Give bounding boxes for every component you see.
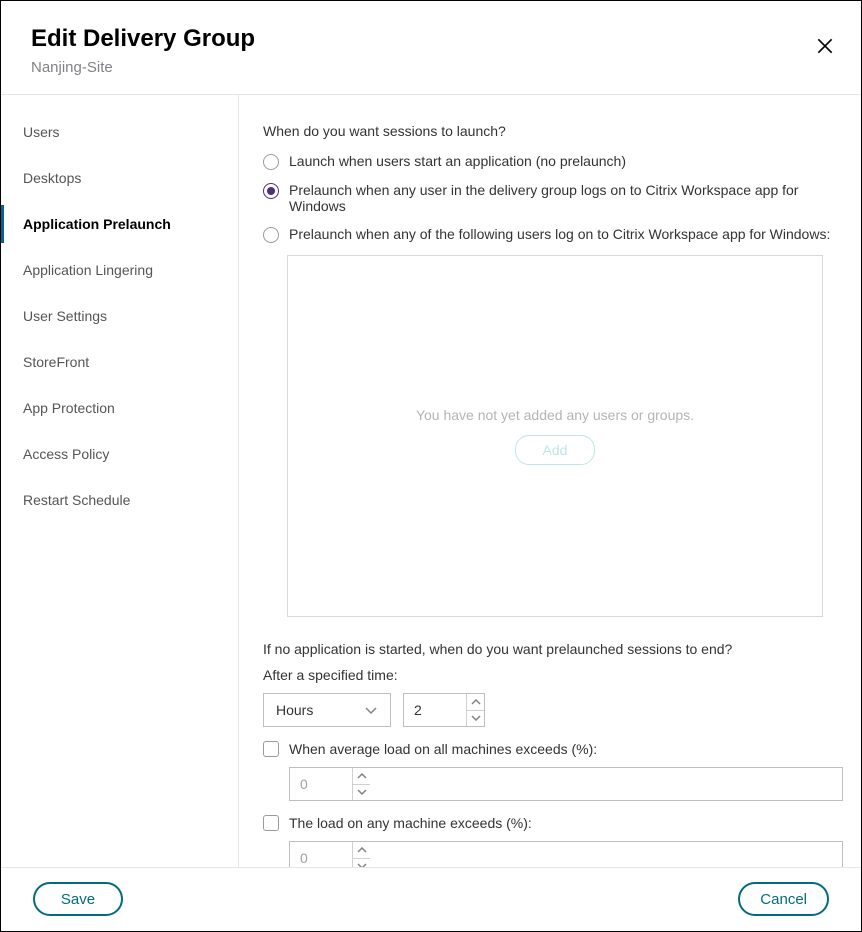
chevron-down-icon	[364, 703, 378, 717]
radio-any-user[interactable]: Prelaunch when any user in the delivery …	[263, 182, 843, 214]
sidebar-item-app-lingering[interactable]: Application Lingering	[1, 251, 238, 289]
sidebar-item-label: Restart Schedule	[23, 492, 130, 508]
dialog-title: Edit Delivery Group	[31, 25, 831, 53]
spinner-down-button[interactable]	[467, 711, 484, 727]
sidebar-item-restart-schedule[interactable]: Restart Schedule	[1, 481, 238, 519]
sidebar-item-app-protection[interactable]: App Protection	[1, 389, 238, 427]
radio-label: Prelaunch when any user in the delivery …	[289, 182, 843, 214]
avg-load-checkbox-row[interactable]: When average load on all machines exceed…	[263, 741, 843, 757]
sidebar-item-desktops[interactable]: Desktops	[1, 159, 238, 197]
any-load-checkbox[interactable]	[263, 815, 279, 831]
sidebar-item-storefront[interactable]: StoreFront	[1, 343, 238, 381]
sidebar-item-label: App Protection	[23, 400, 115, 416]
avg-load-input[interactable]	[290, 768, 352, 800]
any-load-checkbox-row[interactable]: The load on any machine exceeds (%):	[263, 815, 843, 831]
sidebar: Users Desktops Application Prelaunch App…	[1, 95, 239, 867]
cancel-button[interactable]: Cancel	[738, 882, 829, 916]
sidebar-item-label: Users	[23, 124, 60, 140]
spinner-up-button[interactable]	[353, 842, 370, 859]
spinner-down-button[interactable]	[353, 859, 370, 867]
any-load-label: The load on any machine exceeds (%):	[289, 815, 532, 831]
avg-load-label: When average load on all machines exceed…	[289, 741, 597, 757]
launch-question: When do you want sessions to launch?	[263, 123, 843, 139]
end-question: If no application is started, when do yo…	[263, 641, 843, 657]
after-time-label: After a specified time:	[263, 667, 843, 683]
radio-icon	[263, 227, 279, 243]
radio-icon	[263, 154, 279, 170]
dialog-subtitle: Nanjing-Site	[31, 59, 831, 76]
radio-icon	[263, 183, 279, 199]
users-empty-text: You have not yet added any users or grou…	[416, 407, 694, 423]
sidebar-item-users[interactable]: Users	[1, 113, 238, 151]
time-value-input[interactable]	[404, 694, 466, 726]
any-load-input[interactable]	[290, 842, 352, 867]
spinner-up-button[interactable]	[353, 768, 370, 785]
radio-label: Prelaunch when any of the following user…	[289, 226, 830, 242]
radio-following-users[interactable]: Prelaunch when any of the following user…	[263, 226, 843, 243]
radio-label: Launch when users start an application (…	[289, 153, 626, 169]
radio-no-prelaunch[interactable]: Launch when users start an application (…	[263, 153, 843, 170]
time-unit-select[interactable]: Hours	[263, 693, 391, 727]
spinner-down-button[interactable]	[353, 785, 370, 801]
sidebar-item-label: Application Lingering	[23, 262, 153, 278]
close-icon	[815, 36, 835, 56]
main-panel: When do you want sessions to launch? Lau…	[239, 95, 861, 867]
add-user-button[interactable]: Add	[515, 435, 595, 465]
time-value-spinner[interactable]	[403, 693, 485, 727]
avg-load-checkbox[interactable]	[263, 741, 279, 757]
sidebar-item-label: StoreFront	[23, 354, 89, 370]
save-button[interactable]: Save	[33, 882, 123, 916]
time-unit-value: Hours	[276, 702, 364, 718]
dialog-header: Edit Delivery Group Nanjing-Site	[1, 1, 861, 94]
any-load-spinner[interactable]	[289, 841, 843, 867]
dialog-footer: Save Cancel	[1, 867, 861, 932]
avg-load-spinner[interactable]	[289, 767, 843, 801]
sidebar-item-user-settings[interactable]: User Settings	[1, 297, 238, 335]
sidebar-item-label: Desktops	[23, 170, 81, 186]
spinner-up-button[interactable]	[467, 694, 484, 711]
close-button[interactable]	[813, 35, 837, 59]
users-list-box: You have not yet added any users or grou…	[287, 255, 823, 617]
sidebar-item-label: User Settings	[23, 308, 107, 324]
sidebar-item-access-policy[interactable]: Access Policy	[1, 435, 238, 473]
sidebar-item-app-prelaunch[interactable]: Application Prelaunch	[1, 205, 238, 243]
sidebar-item-label: Access Policy	[23, 446, 109, 462]
sidebar-item-label: Application Prelaunch	[23, 216, 171, 232]
